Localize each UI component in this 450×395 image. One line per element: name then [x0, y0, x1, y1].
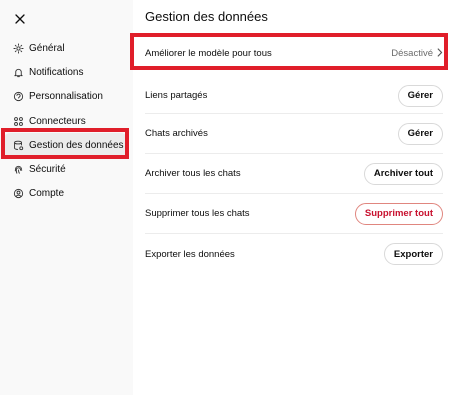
sidebar-item-general[interactable]: Général — [0, 36, 133, 60]
sidebar-item-connectors[interactable]: Connecteurs — [0, 109, 133, 133]
sidebar-item-data-controls[interactable]: Gestion des données — [4, 133, 127, 158]
database-icon — [13, 140, 24, 151]
close-icon — [15, 11, 25, 29]
sidebar-item-label: Compte — [29, 188, 65, 200]
close-button[interactable] — [10, 10, 30, 30]
setting-row-improve-model[interactable]: Améliorer le modèle pour tous Désactivé — [145, 40, 443, 68]
setting-label: Améliorer le modèle pour tous — [145, 48, 272, 59]
setting-row-archive-all: Archiver tous les chats Archiver tout — [145, 154, 443, 194]
setting-label: Chats archivés — [145, 128, 208, 139]
sidebar-item-label: Gestion des données — [29, 139, 124, 151]
sidebar-item-personalization[interactable]: Personnalisation — [0, 85, 133, 109]
bell-icon — [13, 67, 24, 78]
setting-label: Liens partagés — [145, 90, 208, 101]
page-title: Gestion des données — [145, 9, 268, 24]
data-controls-panel: Gestion des données Améliorer le modèle … — [133, 0, 450, 395]
manage-archived-chats-button[interactable]: Gérer — [397, 122, 443, 145]
improve-model-toggle[interactable]: Désactivé — [391, 47, 443, 60]
export-data-button[interactable]: Exporter — [383, 243, 443, 265]
settings-sidebar: Général Notifications Personnalisation C… — [0, 0, 133, 395]
personalization-icon — [13, 91, 24, 102]
setting-row-delete-all: Supprimer tous les chats Supprimer tout — [145, 194, 443, 234]
sidebar-item-notifications[interactable]: Notifications — [0, 60, 133, 84]
sidebar-item-label: Connecteurs — [29, 115, 86, 127]
chevron-right-icon — [433, 47, 443, 60]
sidebar-item-label: Personnalisation — [29, 91, 103, 103]
setting-row-archived-chats: Chats archivés Gérer — [145, 114, 443, 154]
account-icon — [13, 188, 24, 199]
setting-label: Archiver tous les chats — [145, 168, 241, 179]
manage-shared-links-button[interactable]: Gérer — [397, 84, 443, 107]
setting-label: Supprimer tous les chats — [145, 208, 250, 219]
settings-nav: Général Notifications Personnalisation C… — [0, 36, 133, 206]
fingerprint-icon — [13, 164, 24, 175]
archive-all-button[interactable]: Archiver tout — [363, 162, 443, 185]
setting-value: Désactivé — [391, 48, 433, 59]
sidebar-item-label: Notifications — [29, 66, 84, 78]
setting-label: Exporter les données — [145, 248, 235, 260]
gear-icon — [13, 43, 24, 54]
sidebar-item-label: Général — [29, 42, 65, 54]
sidebar-item-account[interactable]: Compte — [0, 182, 133, 206]
delete-all-button[interactable]: Supprimer tout — [354, 202, 443, 225]
setting-row-shared-links: Liens partagés Gérer — [145, 78, 443, 114]
connectors-icon — [13, 116, 24, 127]
sidebar-item-security[interactable]: Sécurité — [0, 157, 133, 181]
setting-row-export: Exporter les données Exporter — [145, 234, 443, 274]
sidebar-item-label: Sécurité — [29, 164, 66, 176]
